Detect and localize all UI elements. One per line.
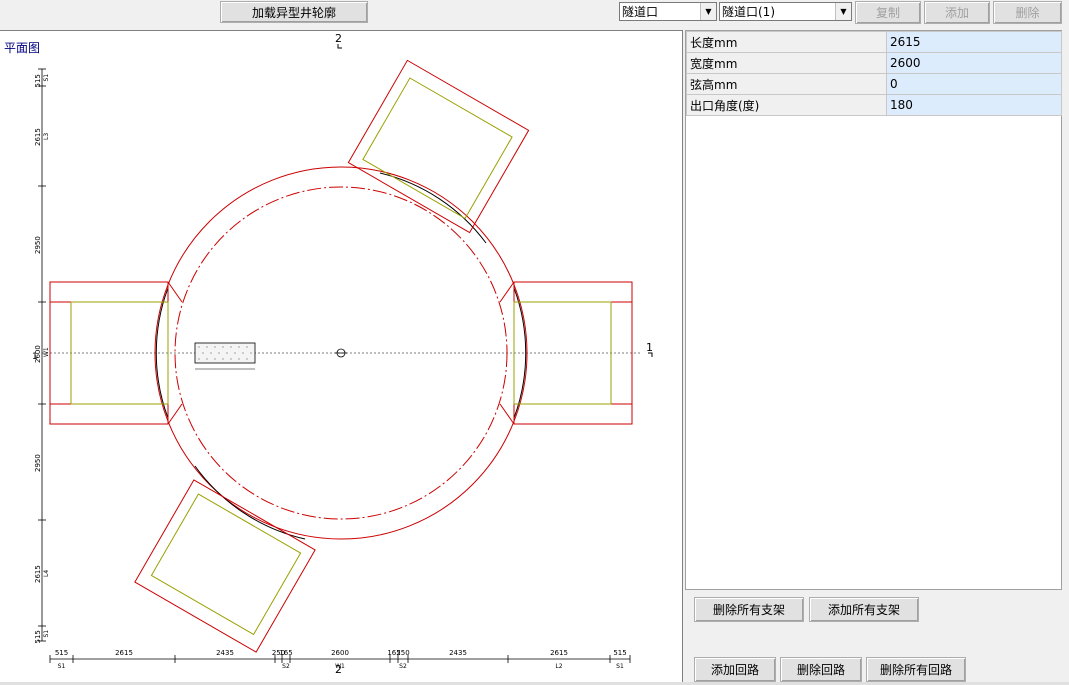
property-value[interactable]: 0 (886, 73, 1062, 95)
section-mark-right: 1 (646, 341, 653, 354)
left-dim-code: W1 (43, 347, 50, 357)
bottom-dim-label: 2615 (550, 649, 568, 657)
property-key: 长度mm (686, 31, 887, 53)
bottom-dim-code: W1 (335, 663, 345, 670)
plan-drawing: 2 2 1 1 515 S12615 L329502600 W129502615… (32, 32, 653, 676)
add-button[interactable]: 添加 (924, 1, 990, 24)
delete-all-supports-button[interactable]: 删除所有支架 (694, 597, 804, 622)
bottom-dim-label: 165 (279, 649, 292, 657)
bottom-dim-code: S1 (616, 663, 624, 670)
bottom-dim-label: 2615 (115, 649, 133, 657)
left-dim-label: 515 (34, 630, 42, 643)
property-value[interactable]: 2615 (886, 31, 1062, 53)
property-row[interactable]: 长度mm 2615 (686, 31, 1062, 53)
left-dim-label: 2615 (34, 565, 42, 583)
property-key: 弦高mm (686, 73, 887, 95)
copy-button[interactable]: 复制 (855, 1, 921, 24)
load-shaft-outline-button[interactable]: 加载异型井轮廓 (220, 1, 368, 23)
bottom-dim-label: 515 (55, 649, 68, 657)
section-mark-top: 2 (335, 32, 342, 45)
left-dim-label: 2615 (34, 128, 42, 146)
delete-all-loops-button[interactable]: 删除所有回路 (866, 657, 966, 682)
left-dim-label: 2950 (34, 454, 42, 472)
delete-button[interactable]: 删除 (993, 1, 1062, 24)
property-key: 出口角度(度) (686, 94, 887, 116)
property-value[interactable]: 2600 (886, 52, 1062, 74)
left-dim-label: 515 (34, 74, 42, 87)
bottom-dim-code: L2 (555, 663, 562, 670)
left-dim-code: L4 (43, 570, 50, 577)
bottom-dim-label: 2435 (449, 649, 467, 657)
type-select-value: 隧道口 (622, 5, 659, 19)
add-all-supports-button[interactable]: 添加所有支架 (809, 597, 919, 622)
property-grid: 长度mm 2615 宽度mm 2600 弦高mm 0 出口角度(度) 180 (685, 30, 1062, 590)
left-dim-label: 2950 (34, 236, 42, 254)
left-dim-label: 2600 (34, 345, 42, 363)
tunnel-upper-right (347, 59, 530, 234)
item-select-value: 隧道口(1) (722, 5, 775, 19)
property-row[interactable]: 出口角度(度) 180 (686, 94, 1062, 116)
chevron-down-icon[interactable]: ▼ (700, 3, 716, 20)
bottom-dim-label: 515 (613, 649, 626, 657)
item-select[interactable]: 隧道口(1) ▼ (719, 2, 852, 21)
delete-loop-button[interactable]: 删除回路 (780, 657, 862, 682)
bottom-dim-code: S1 (58, 663, 66, 670)
property-value[interactable]: 180 (886, 94, 1062, 116)
property-row[interactable]: 弦高mm 0 (686, 73, 1062, 95)
left-dim-code: L3 (43, 133, 50, 140)
property-key: 宽度mm (686, 52, 887, 74)
bottom-dim-label: 2435 (216, 649, 234, 657)
bottom-dim-label: 2600 (331, 649, 349, 657)
property-row[interactable]: 宽度mm 2600 (686, 52, 1062, 74)
plan-view-canvas[interactable]: 平面图 2 2 1 1 515 S1 2615 L3 2950 2600 W1 … (0, 30, 683, 683)
left-dim-code: S1 (43, 74, 50, 82)
bottom-dim-code: S2 (282, 663, 290, 670)
add-loop-button[interactable]: 添加回路 (694, 657, 776, 682)
tunnel-lower-left (134, 479, 316, 653)
left-dim-code: S1 (43, 630, 50, 638)
bottom-dim-label: 250 (396, 649, 409, 657)
chevron-down-icon[interactable]: ▼ (835, 3, 851, 20)
bottom-dim-code: S2 (399, 663, 407, 670)
type-select[interactable]: 隧道口 ▼ (619, 2, 717, 21)
